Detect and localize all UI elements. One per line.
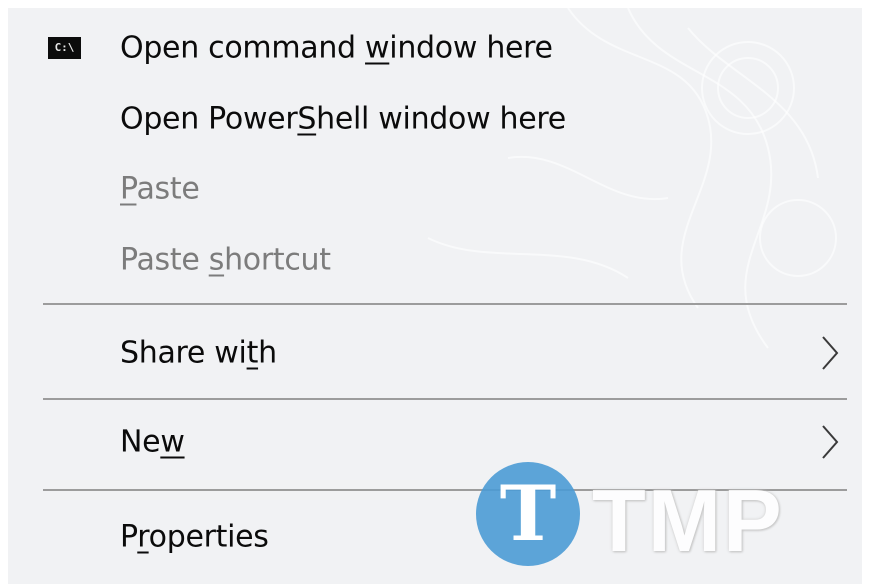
watermark-logo: T TMP: [476, 462, 856, 572]
menu-item-open-powershell-window[interactable]: Open PowerShell window here: [8, 86, 862, 152]
menu-item-label: Open PowerShell window here: [120, 101, 566, 137]
menu-item-label: Open command window here: [120, 30, 553, 66]
menu-separator: [43, 303, 847, 305]
menu-item-paste[interactable]: Paste: [8, 156, 862, 222]
menu-item-label: New: [120, 424, 185, 460]
menu-item-open-command-window[interactable]: C:\ Open command window here: [8, 15, 862, 81]
menu-separator: [43, 398, 847, 400]
menu-item-label: Share with: [120, 335, 277, 371]
watermark-text: TMP: [592, 471, 784, 570]
chevron-right-icon: [822, 425, 839, 459]
menu-item-paste-shortcut[interactable]: Paste shortcut: [8, 227, 862, 293]
chevron-right-icon: [822, 336, 839, 370]
context-menu: C:\ Open command window here Open PowerS…: [8, 8, 862, 584]
menu-item-label: Paste shortcut: [120, 242, 331, 278]
menu-item-label: Paste: [120, 171, 200, 207]
menu-item-share-with[interactable]: Share with: [8, 320, 862, 386]
menu-item-label: Properties: [120, 519, 269, 555]
command-prompt-icon: C:\: [48, 37, 81, 59]
watermark-letter: T: [499, 469, 557, 558]
